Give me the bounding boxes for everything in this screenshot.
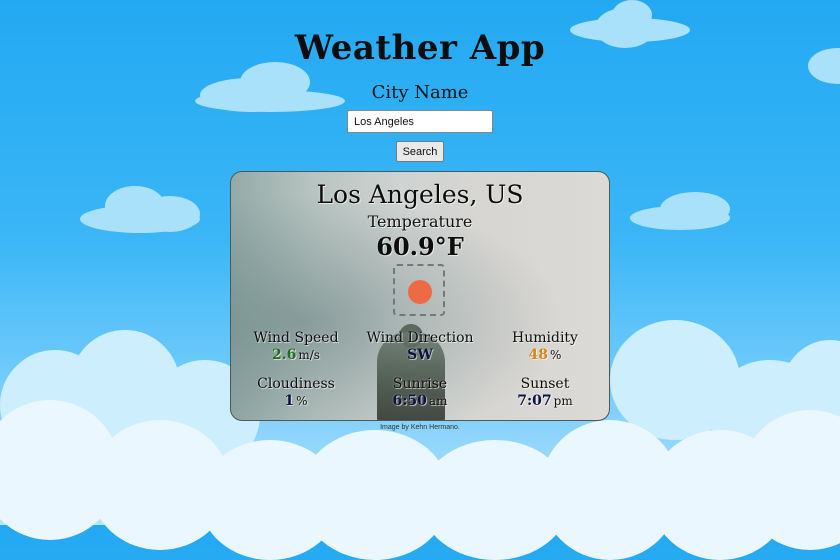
cloudiness-value: 1: [284, 393, 295, 409]
city-name-label: City Name: [371, 82, 469, 103]
sunrise-stat: Sunrise 6:50 am: [355, 376, 485, 410]
wind-speed-value: 2.6: [272, 347, 297, 363]
sunset-value: 7:07: [517, 393, 552, 409]
sunrise-label: Sunrise: [392, 376, 448, 392]
humidity-stat: Humidity 48%: [480, 330, 609, 364]
humidity-unit: %: [550, 348, 562, 362]
search-button[interactable]: Search: [396, 141, 444, 162]
sunset-unit: pm: [553, 394, 573, 408]
weather-card: Los Angeles, US Temperature 60.9°F Wind …: [230, 171, 610, 421]
wind-speed-label: Wind Speed: [253, 330, 339, 346]
temperature-value: 60.9°F: [376, 232, 464, 261]
wind-speed-stat: Wind Speed 2.6 m/s: [231, 330, 361, 364]
location-title: Los Angeles, US: [316, 180, 524, 209]
cloudiness-stat: Cloudiness 1%: [231, 376, 361, 410]
wind-direction-stat: Wind Direction SW: [355, 330, 485, 364]
wind-direction-value: SW: [407, 347, 433, 363]
sunset-stat: Sunset 7:07 pm: [480, 376, 609, 410]
sunrise-value: 6:50: [392, 393, 427, 409]
weather-icon-frame: [393, 264, 445, 316]
wind-direction-label: Wind Direction: [366, 330, 474, 346]
sun-icon: [408, 280, 432, 304]
wind-speed-unit: m/s: [298, 348, 320, 362]
image-credit: Image by Kehn Hermano.: [380, 424, 460, 431]
sunrise-unit: am: [428, 394, 448, 408]
cloudiness-label: Cloudiness: [257, 376, 335, 392]
cloudiness-unit: %: [296, 394, 308, 408]
sunset-label: Sunset: [520, 376, 570, 392]
humidity-value: 48: [528, 347, 549, 363]
temperature-label: Temperature: [367, 212, 473, 231]
humidity-label: Humidity: [512, 330, 578, 346]
app-title: Weather App: [294, 28, 546, 68]
city-search-input[interactable]: [347, 110, 493, 133]
